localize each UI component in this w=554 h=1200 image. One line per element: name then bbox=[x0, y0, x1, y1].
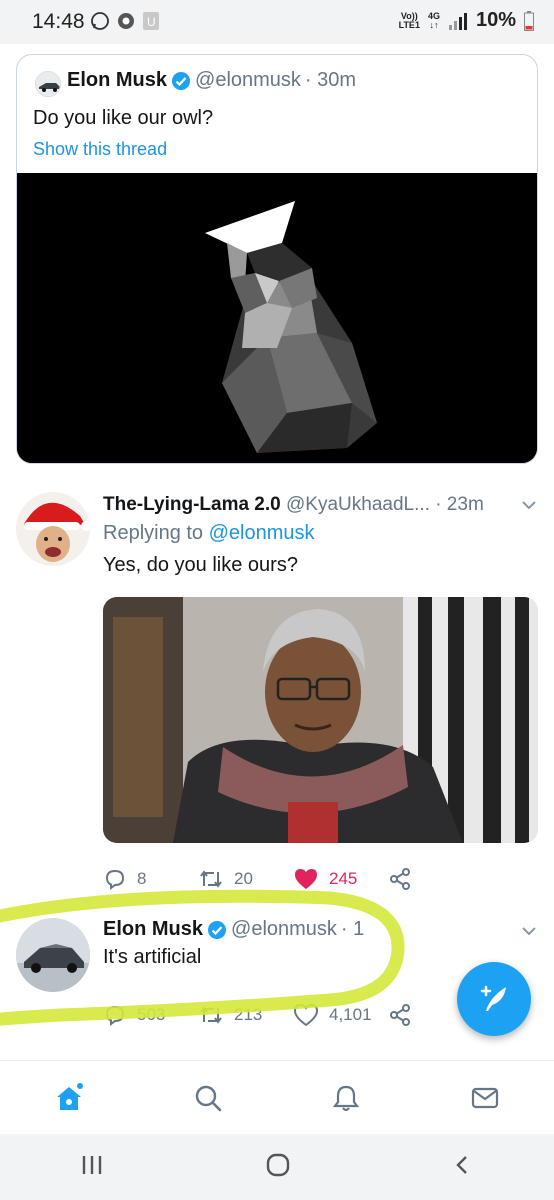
like-action[interactable]: 245 bbox=[293, 867, 388, 891]
compose-tweet-icon bbox=[480, 985, 506, 1011]
third-tweet-header: Elon Musk @elonmusk · 1 bbox=[103, 918, 364, 941]
reply-action[interactable]: 503 bbox=[103, 1003, 198, 1027]
signal-icon bbox=[448, 12, 467, 30]
third-tweet-actions: 503 213 4,101 bbox=[103, 1002, 483, 1028]
quoted-tweet-time: · 30m bbox=[304, 69, 357, 91]
reply-icon bbox=[105, 869, 125, 890]
retweet-icon bbox=[200, 870, 222, 888]
chevron-down-icon[interactable] bbox=[520, 924, 538, 938]
reply-author-handle[interactable]: @KyaUkhaadL... bbox=[286, 494, 430, 515]
chevron-down-icon[interactable] bbox=[520, 498, 538, 512]
quoted-tweet-text: Do you like our owl? bbox=[33, 107, 214, 129]
back-icon bbox=[455, 1155, 467, 1174]
retweet-action[interactable]: 20 bbox=[198, 867, 293, 891]
compose-tweet-button[interactable] bbox=[457, 962, 531, 1036]
share-icon bbox=[390, 1004, 410, 1026]
replying-to-prefix: Replying to bbox=[103, 522, 204, 544]
third-tweet-name[interactable]: Elon Musk bbox=[103, 918, 203, 941]
search-icon bbox=[195, 1085, 222, 1111]
bottom-navigation bbox=[0, 1060, 554, 1134]
recent-apps-icon bbox=[83, 1155, 102, 1174]
reply-tweet-text: Yes, do you like ours? bbox=[103, 554, 298, 576]
quoted-tweet-image[interactable] bbox=[17, 173, 537, 463]
battery-percent: 10% bbox=[475, 9, 516, 31]
back-button[interactable] bbox=[451, 1153, 475, 1182]
home-circle-icon bbox=[266, 1153, 290, 1176]
nav-search[interactable] bbox=[178, 1068, 238, 1128]
third-tweet-avatar[interactable] bbox=[16, 918, 90, 992]
like-count: 245 bbox=[329, 869, 358, 888]
data-arrows-icon: ↓↑ bbox=[429, 19, 439, 30]
nav-messages[interactable] bbox=[455, 1068, 515, 1128]
retweet-action[interactable]: 213 bbox=[198, 1003, 293, 1027]
man-photo bbox=[103, 597, 538, 843]
reply-tweet-time: · 23m bbox=[435, 494, 484, 515]
chrome-icon bbox=[118, 13, 134, 29]
retweet-count: 20 bbox=[234, 869, 253, 888]
heart-icon bbox=[293, 1003, 319, 1027]
bell-icon bbox=[333, 1085, 360, 1111]
like-count: 4,101 bbox=[329, 1005, 372, 1024]
status-notification-icons: U bbox=[90, 11, 160, 31]
recent-apps-button[interactable] bbox=[79, 1153, 105, 1182]
svg-text:U: U bbox=[147, 15, 156, 29]
uc-app-icon: U bbox=[143, 12, 159, 30]
home-system-button[interactable] bbox=[264, 1151, 292, 1184]
replying-to-handle[interactable]: @elonmusk bbox=[209, 522, 315, 544]
third-tweet-text: It's artificial bbox=[103, 946, 202, 968]
reply-tweet-image[interactable] bbox=[103, 597, 538, 843]
network-gen-indicator: 4G ↓↑ bbox=[428, 11, 440, 30]
replying-to-line: Replying to @elonmusk bbox=[103, 522, 315, 545]
owl-image bbox=[17, 173, 537, 463]
status-bar: 14:48 U Vo)) LTE1 4G ↓↑ 10% bbox=[0, 0, 554, 44]
heart-filled-icon bbox=[295, 869, 317, 889]
third-tweet-time: · 1 bbox=[340, 918, 365, 940]
share-icon bbox=[390, 868, 410, 890]
whatsapp-icon bbox=[91, 12, 109, 30]
reply-tweet-actions: 8 20 245 bbox=[103, 864, 483, 894]
like-action[interactable]: 4,101 bbox=[293, 1003, 388, 1027]
share-action[interactable] bbox=[388, 867, 483, 891]
home-icon bbox=[57, 1082, 84, 1110]
volte-indicator: Vo)) LTE1 bbox=[398, 11, 420, 30]
system-navigation-bar bbox=[0, 1134, 554, 1200]
reply-count: 8 bbox=[137, 869, 147, 888]
reply-author-avatar[interactable] bbox=[16, 492, 90, 566]
mail-icon bbox=[471, 1087, 498, 1108]
reply-action[interactable]: 8 bbox=[103, 867, 198, 891]
reply-icon bbox=[105, 1005, 125, 1026]
quoted-tweet-card[interactable]: Elon Musk @elonmusk · 30m Do you like ou… bbox=[16, 54, 538, 464]
nav-notifications[interactable] bbox=[316, 1068, 376, 1128]
show-thread-link[interactable]: Show this thread bbox=[33, 139, 167, 160]
lte-label: LTE1 bbox=[398, 19, 420, 30]
nav-home[interactable] bbox=[39, 1068, 99, 1128]
third-tweet-handle[interactable]: @elonmusk bbox=[231, 918, 337, 941]
reply-author-name[interactable]: The-Lying-Lama 2.0 bbox=[103, 494, 281, 515]
quoted-tweet-handle[interactable]: @elonmusk bbox=[195, 69, 301, 92]
status-time: 14:48 bbox=[32, 10, 85, 33]
status-right: Vo)) LTE1 4G ↓↑ 10% bbox=[399, 9, 534, 32]
reply-tweet-header: The-Lying-Lama 2.0 @KyaUkhaadL... · 23m bbox=[103, 494, 484, 516]
quoted-tweet-name[interactable]: Elon Musk bbox=[67, 69, 167, 92]
quoted-tweet-avatar[interactable] bbox=[35, 71, 61, 97]
retweet-icon bbox=[200, 1006, 222, 1024]
verified-badge-icon bbox=[172, 71, 191, 90]
quoted-tweet-header: Elon Musk @elonmusk · 30m bbox=[67, 69, 356, 92]
battery-icon bbox=[524, 10, 534, 31]
reply-count: 503 bbox=[137, 1005, 166, 1024]
verified-badge-icon bbox=[208, 920, 227, 939]
retweet-count: 213 bbox=[234, 1005, 263, 1024]
